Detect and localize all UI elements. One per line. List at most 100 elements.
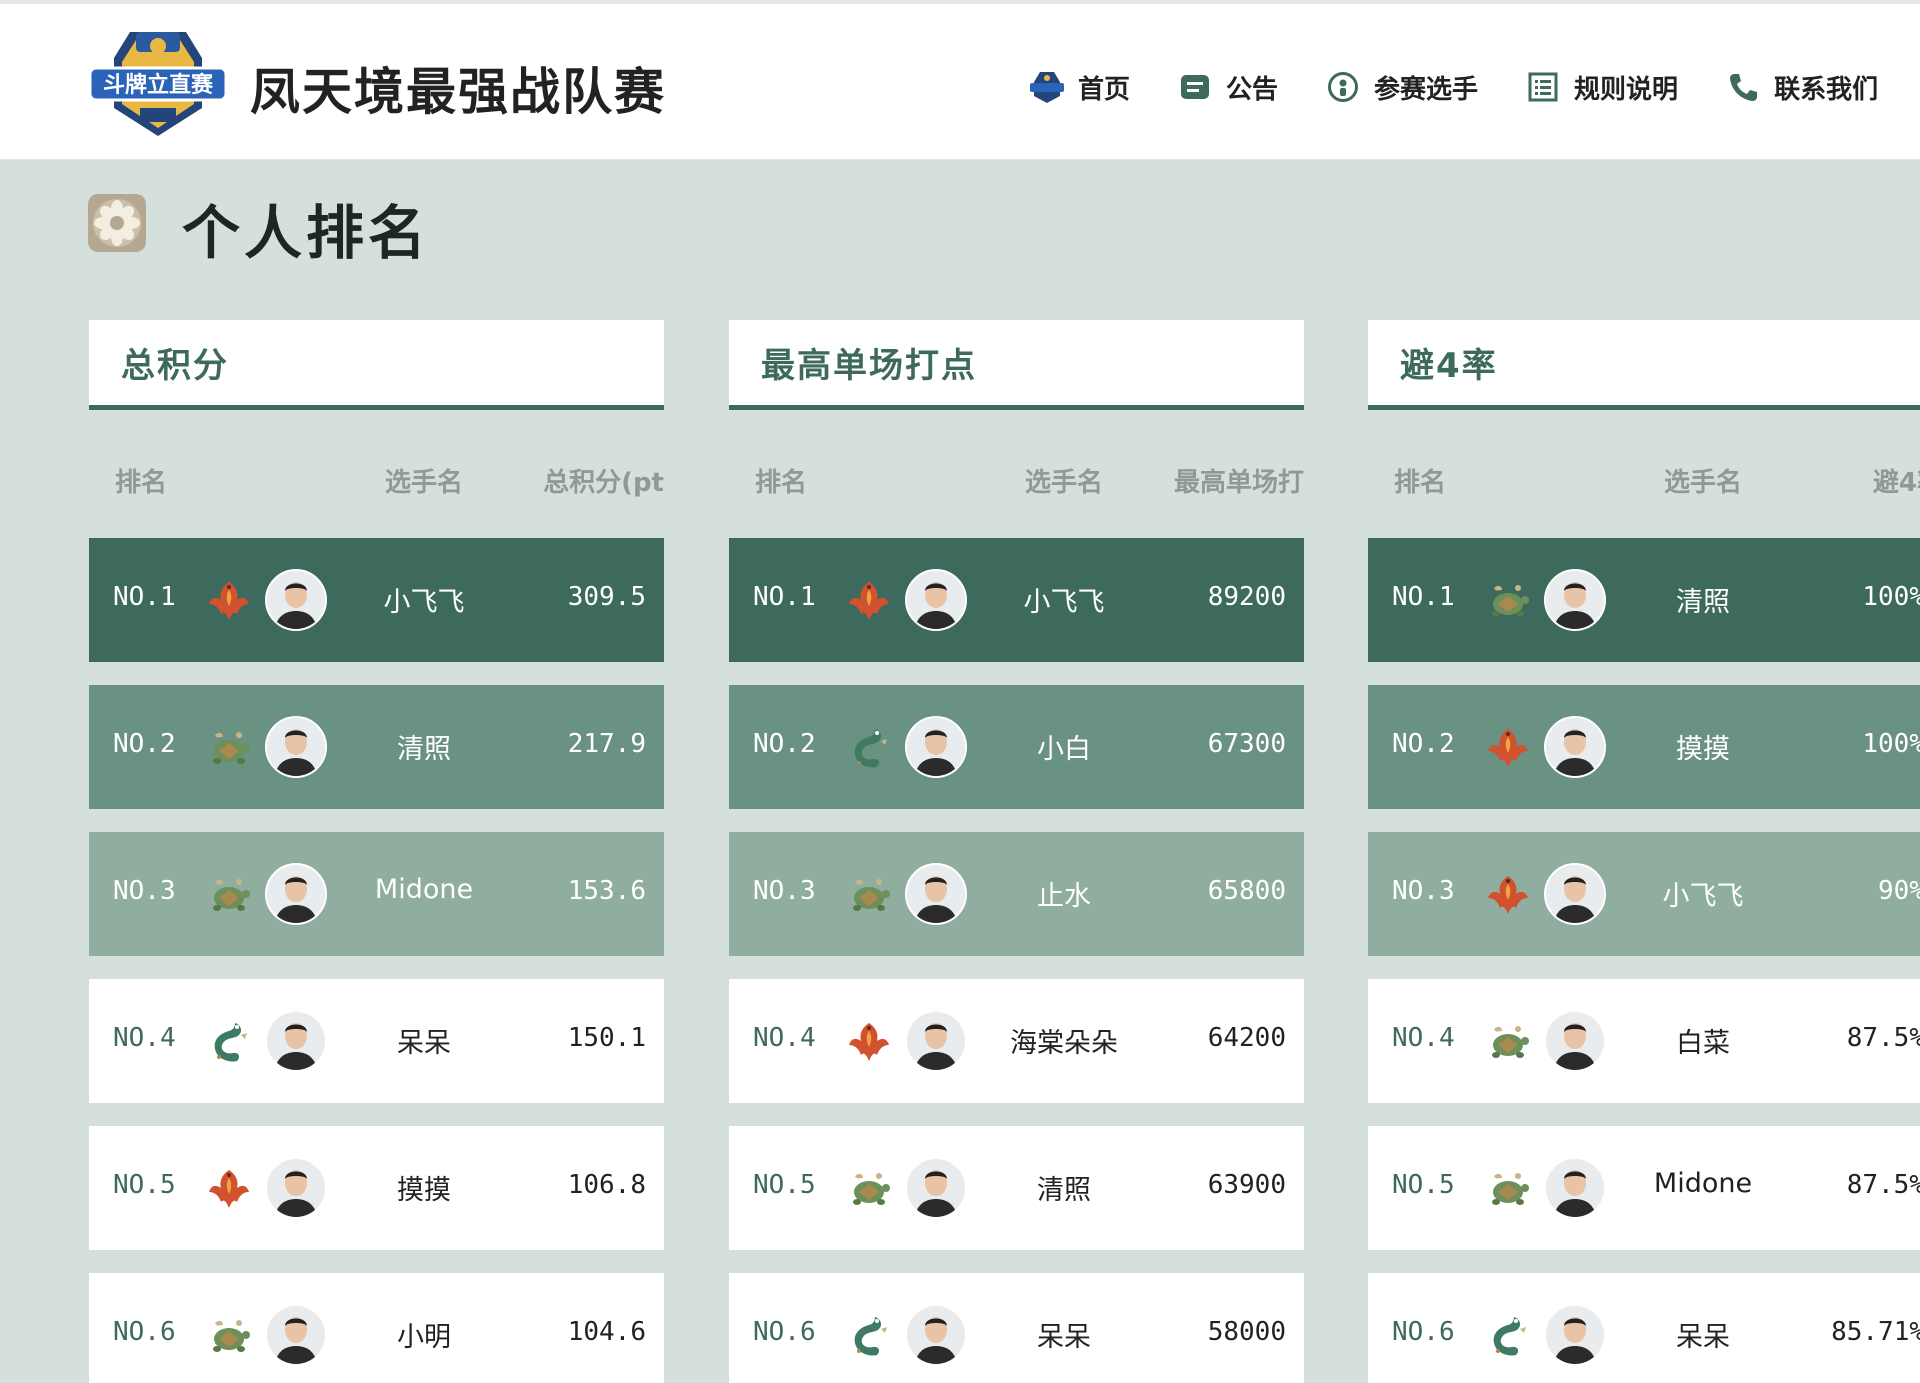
player-avatar[interactable] xyxy=(265,1010,327,1072)
stat-value: 89200 xyxy=(1207,582,1286,612)
nav-label: 公告 xyxy=(1226,74,1279,105)
svg-text:斗牌立直赛: 斗牌立直赛 xyxy=(103,72,214,98)
rank-label: NO.1 xyxy=(1392,582,1455,612)
rules-icon xyxy=(1526,70,1560,104)
nav-home[interactable]: 首页 xyxy=(1030,69,1130,106)
column-header-rank: 排名 xyxy=(1394,468,1447,498)
column-header-player: 选手名 xyxy=(384,468,463,498)
panel-highest-score: 最高单场打点 排名 选手名 最高单场打 NO.1 小飞飞 89200 NO.2 … xyxy=(729,320,1304,1383)
player-name[interactable]: 小明 xyxy=(349,1315,499,1354)
rank-label: NO.1 xyxy=(753,582,816,612)
ranking-row[interactable]: NO.4 呆呆 150.1 xyxy=(89,979,664,1103)
ranking-row[interactable]: NO.2 小白 67300 xyxy=(729,685,1304,809)
stat-value: 64200 xyxy=(1207,1023,1286,1053)
nav-rules[interactable]: 规则说明 xyxy=(1526,69,1678,106)
player-name[interactable]: 小飞飞 xyxy=(349,580,499,619)
player-avatar[interactable] xyxy=(265,1304,327,1366)
rank-label: NO.3 xyxy=(1392,876,1455,906)
player-avatar[interactable] xyxy=(1544,716,1606,778)
ranking-row[interactable]: NO.3 Midone 153.6 xyxy=(89,832,664,956)
nav-players[interactable]: 参赛选手 xyxy=(1326,69,1478,106)
turtle-mascot-icon xyxy=(845,870,893,918)
dragon-mascot-icon xyxy=(1484,1311,1532,1359)
player-name[interactable]: Midone xyxy=(1628,1168,1778,1199)
flower-icon xyxy=(86,192,148,254)
site-header: 斗牌立直赛 凤天境最强战队赛 首页 公告 参赛选手 规则说明 联系我们 xyxy=(0,4,1920,160)
stat-value: 58000 xyxy=(1207,1317,1286,1347)
player-avatar[interactable] xyxy=(905,716,967,778)
ranking-row[interactable]: NO.1 清照 100% xyxy=(1368,538,1920,662)
panel-header: 最高单场打点 xyxy=(729,320,1304,410)
dragon-mascot-icon xyxy=(845,1311,893,1359)
player-name[interactable]: 清照 xyxy=(1628,580,1778,619)
player-avatar[interactable] xyxy=(1544,569,1606,631)
player-avatar[interactable] xyxy=(1544,863,1606,925)
turtle-mascot-icon xyxy=(1484,1164,1532,1212)
stat-value: 150.1 xyxy=(567,1023,646,1053)
player-icon xyxy=(1326,70,1360,104)
panel-title: 避4率 xyxy=(1400,346,1498,386)
turtle-mascot-icon xyxy=(1484,1017,1532,1065)
ranking-row[interactable]: NO.2 摸摸 100% xyxy=(1368,685,1920,809)
stat-value: 100% xyxy=(1862,582,1920,612)
player-avatar[interactable] xyxy=(905,569,967,631)
site-logo[interactable]: 斗牌立直赛 xyxy=(88,28,228,140)
phoenix-mascot-icon xyxy=(205,576,253,624)
player-avatar[interactable] xyxy=(1544,1010,1606,1072)
ranking-row[interactable]: NO.1 小飞飞 89200 xyxy=(729,538,1304,662)
nav-contact[interactable]: 联系我们 xyxy=(1726,69,1878,106)
ranking-row[interactable]: NO.5 Midone 87.5% xyxy=(1368,1126,1920,1250)
player-name[interactable]: 呆呆 xyxy=(989,1315,1139,1354)
player-name[interactable]: 止水 xyxy=(989,874,1139,913)
stat-value: 104.6 xyxy=(567,1317,646,1347)
player-name[interactable]: 清照 xyxy=(349,727,499,766)
stat-value: 87.5% xyxy=(1846,1170,1920,1200)
ranking-row[interactable]: NO.6 呆呆 85.71% xyxy=(1368,1273,1920,1383)
player-name[interactable]: 小白 xyxy=(989,727,1139,766)
ranking-list: NO.1 小飞飞 309.5 NO.2 清照 217.9 NO.3 Midone… xyxy=(89,538,664,1383)
player-avatar[interactable] xyxy=(265,716,327,778)
rank-label: NO.1 xyxy=(113,582,176,612)
player-name[interactable]: 海棠朵朵 xyxy=(989,1021,1139,1060)
player-name[interactable]: 清照 xyxy=(989,1168,1139,1207)
ranking-row[interactable]: NO.3 止水 65800 xyxy=(729,832,1304,956)
player-avatar[interactable] xyxy=(905,863,967,925)
ranking-row[interactable]: NO.4 海棠朵朵 64200 xyxy=(729,979,1304,1103)
turtle-mascot-icon xyxy=(205,1311,253,1359)
player-avatar[interactable] xyxy=(1544,1157,1606,1219)
ranking-row[interactable]: NO.1 小飞飞 309.5 xyxy=(89,538,664,662)
player-avatar[interactable] xyxy=(905,1304,967,1366)
ranking-list: NO.1 小飞飞 89200 NO.2 小白 67300 NO.3 止水 658… xyxy=(729,538,1304,1383)
ranking-row[interactable]: NO.5 摸摸 106.8 xyxy=(89,1126,664,1250)
player-avatar[interactable] xyxy=(265,863,327,925)
rank-label: NO.5 xyxy=(1392,1170,1455,1200)
stat-value: 87.5% xyxy=(1846,1023,1920,1053)
player-name[interactable]: 呆呆 xyxy=(349,1021,499,1060)
ranking-row[interactable]: NO.4 白菜 87.5% xyxy=(1368,979,1920,1103)
player-avatar[interactable] xyxy=(1544,1304,1606,1366)
player-avatar[interactable] xyxy=(905,1157,967,1219)
ranking-row[interactable]: NO.6 小明 104.6 xyxy=(89,1273,664,1383)
column-header-rank: 排名 xyxy=(755,468,808,498)
ranking-row[interactable]: NO.2 清照 217.9 xyxy=(89,685,664,809)
player-name[interactable]: 呆呆 xyxy=(1628,1315,1778,1354)
column-headers: 排名 选手名 避4率 xyxy=(1368,410,1920,538)
stat-value: 85.71% xyxy=(1831,1317,1920,1347)
player-avatar[interactable] xyxy=(265,1157,327,1219)
nav-label: 参赛选手 xyxy=(1374,74,1479,105)
player-name[interactable]: 摸摸 xyxy=(349,1168,499,1207)
player-name[interactable]: 小飞飞 xyxy=(989,580,1139,619)
player-avatar[interactable] xyxy=(905,1010,967,1072)
stat-value: 90% xyxy=(1878,876,1920,906)
player-name[interactable]: 摸摸 xyxy=(1628,727,1778,766)
ranking-row[interactable]: NO.5 清照 63900 xyxy=(729,1126,1304,1250)
player-name[interactable]: 小飞飞 xyxy=(1628,874,1778,913)
player-avatar[interactable] xyxy=(265,569,327,631)
player-name[interactable]: 白菜 xyxy=(1628,1021,1778,1060)
player-name[interactable]: Midone xyxy=(349,874,499,905)
rank-label: NO.6 xyxy=(753,1317,816,1347)
stat-value: 309.5 xyxy=(567,582,646,612)
ranking-row[interactable]: NO.3 小飞飞 90% xyxy=(1368,832,1920,956)
nav-announcement[interactable]: 公告 xyxy=(1178,69,1278,106)
ranking-row[interactable]: NO.6 呆呆 58000 xyxy=(729,1273,1304,1383)
